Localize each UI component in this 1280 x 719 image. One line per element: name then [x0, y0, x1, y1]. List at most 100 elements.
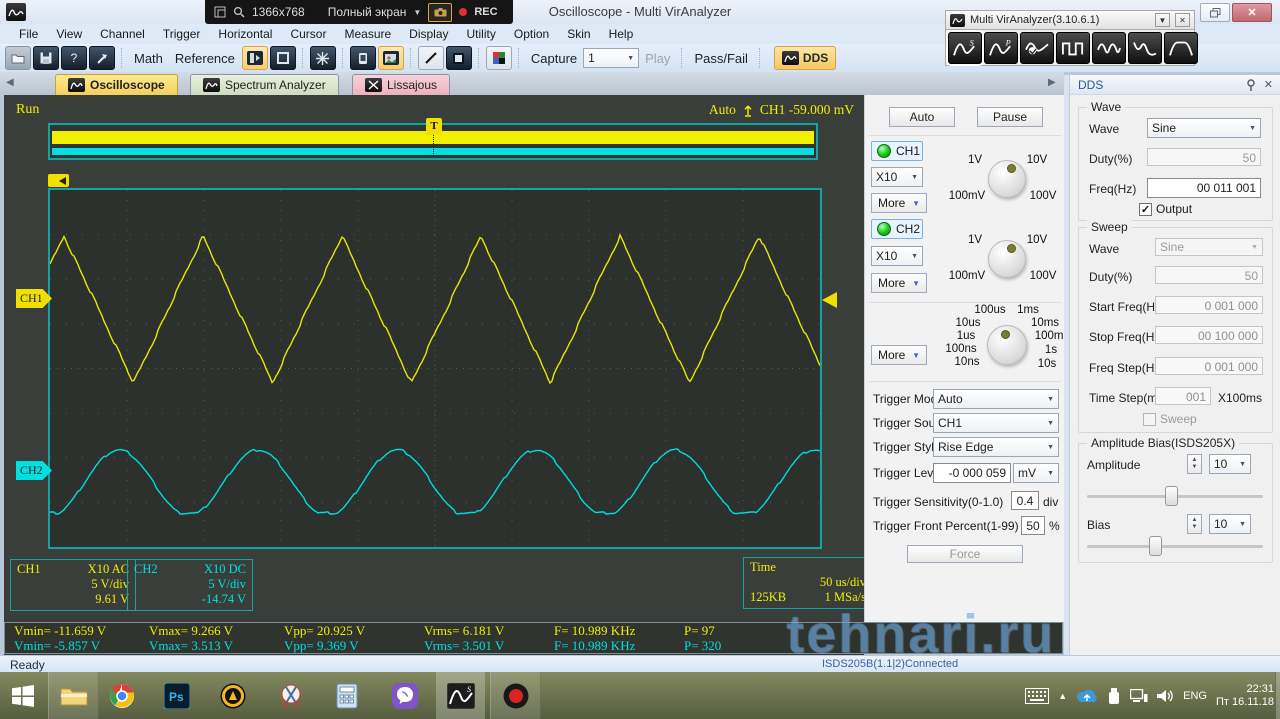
- tray-expand-icon[interactable]: ▲: [1058, 691, 1067, 701]
- pause-button[interactable]: Pause: [977, 107, 1043, 127]
- dds-panel-header[interactable]: DDS ✕: [1070, 75, 1280, 95]
- save-button[interactable]: [33, 46, 59, 70]
- trigger-level-unit-select[interactable]: mV ▼: [1013, 463, 1059, 483]
- dds-duty-input[interactable]: 50: [1147, 148, 1261, 166]
- touch-keyboard-icon[interactable]: [1025, 687, 1050, 704]
- tabs-scroll-right-icon[interactable]: ▶: [1048, 77, 1056, 88]
- pin-icon[interactable]: [1246, 79, 1256, 91]
- tabs-scroll-left-icon[interactable]: ◀: [6, 77, 14, 88]
- ch2-volts-knob[interactable]: [988, 240, 1026, 278]
- play-button[interactable]: Play: [639, 51, 676, 66]
- trigger-time-marker[interactable]: T: [426, 118, 442, 135]
- timebase-knob[interactable]: [987, 325, 1027, 365]
- sweep-stop-input[interactable]: 00 100 000: [1155, 326, 1263, 344]
- language-indicator[interactable]: ENG: [1183, 690, 1207, 702]
- menu-view[interactable]: View: [47, 27, 91, 41]
- restore-window-button[interactable]: [1200, 3, 1230, 22]
- dds-wave-select[interactable]: Sine ▼: [1147, 118, 1261, 138]
- menu-trigger[interactable]: Trigger: [154, 27, 210, 41]
- taskbar-clock[interactable]: 22:31 Пт 16.11.18: [1216, 683, 1274, 709]
- osd-dropdown-icon[interactable]: ▼: [413, 8, 421, 17]
- dds-close-icon[interactable]: ✕: [1264, 78, 1273, 91]
- taskbar-recorder-button[interactable]: [490, 672, 541, 719]
- menu-option[interactable]: Option: [505, 27, 558, 41]
- floating-toolbar-titlebar[interactable]: Multi VirAnalyzer(3.10.6.1) ▼ ✕: [945, 10, 1195, 30]
- taskbar-calculator-button[interactable]: [322, 672, 371, 719]
- menu-utility[interactable]: Utility: [458, 27, 505, 41]
- taskbar-snipping-button[interactable]: [266, 672, 315, 719]
- osd-mode[interactable]: Полный экран: [328, 5, 407, 19]
- shape-draw-button[interactable]: [445, 46, 472, 70]
- taskbar-photoshop-button[interactable]: Ps: [152, 672, 201, 719]
- tool-dual-pulse-button[interactable]: [1092, 31, 1126, 64]
- trigger-source-select[interactable]: CH1 ▼: [933, 413, 1059, 433]
- trigger-level-marker[interactable]: [822, 292, 837, 308]
- pass-fail-button[interactable]: Pass/Fail: [688, 51, 753, 66]
- full-view-button[interactable]: [269, 46, 296, 70]
- amplitude-select[interactable]: 10 ▼: [1209, 454, 1251, 474]
- close-toolbar-icon[interactable]: ✕: [1175, 13, 1190, 27]
- ch2-enable-button[interactable]: CH2: [871, 219, 923, 239]
- network-icon[interactable]: [1130, 688, 1148, 703]
- menu-channel[interactable]: Channel: [91, 27, 154, 41]
- sweep-step-input[interactable]: 0 001 000: [1155, 357, 1263, 375]
- capture-count-select[interactable]: 1 ▼: [583, 48, 640, 68]
- taskbar-viber-button[interactable]: [380, 672, 429, 719]
- taskbar-chrome-button[interactable]: [97, 672, 146, 719]
- volume-icon[interactable]: [1157, 689, 1174, 703]
- help-button[interactable]: ?: [61, 46, 87, 70]
- ch1-enable-button[interactable]: CH1: [871, 141, 923, 161]
- osd-resize-icon[interactable]: [214, 6, 226, 18]
- amplitude-slider[interactable]: [1087, 486, 1263, 506]
- ch2-more-button[interactable]: More ▼: [871, 273, 927, 293]
- tool-pan-wave-button[interactable]: [1020, 31, 1054, 64]
- math-button[interactable]: Math: [128, 51, 169, 66]
- start-button[interactable]: [0, 672, 46, 719]
- menu-skin[interactable]: Skin: [558, 27, 599, 41]
- screenshot-button[interactable]: [377, 46, 404, 70]
- tab-oscilloscope[interactable]: Oscilloscope: [55, 74, 178, 95]
- sweep-wave-select[interactable]: Sine ▼: [1155, 238, 1263, 256]
- horizontal-trigger-flag[interactable]: [48, 174, 69, 187]
- taskbar-explorer-button[interactable]: [48, 672, 99, 719]
- open-file-button[interactable]: [5, 46, 31, 70]
- onedrive-icon[interactable]: [1076, 689, 1098, 703]
- menu-measure[interactable]: Measure: [335, 27, 400, 41]
- trigger-front-input[interactable]: 50: [1021, 516, 1045, 535]
- usb-device-icon[interactable]: [1107, 687, 1121, 704]
- dds-freq-input[interactable]: 00 011 001: [1147, 178, 1261, 198]
- menu-help[interactable]: Help: [600, 27, 643, 41]
- ch1-attenuation-select[interactable]: X10 ▼: [871, 167, 923, 187]
- tool-logic-analyzer-button[interactable]: [1056, 31, 1090, 64]
- ch1-more-button[interactable]: More ▼: [871, 193, 927, 213]
- sweep-start-input[interactable]: 0 001 000: [1155, 296, 1263, 314]
- bias-spinner[interactable]: ▲ ▼: [1187, 514, 1202, 534]
- magnifier-icon[interactable]: [233, 6, 245, 18]
- waveform-grid[interactable]: [48, 188, 822, 549]
- taskbar-viranalyzer-button[interactable]: S: [436, 672, 485, 719]
- bias-slider[interactable]: [1087, 536, 1263, 556]
- amplitude-spinner[interactable]: ▲ ▼: [1187, 454, 1202, 474]
- tab-spectrum-analyzer[interactable]: Spectrum Analyzer: [190, 74, 339, 95]
- trigger-sensitivity-input[interactable]: 0.4: [1011, 491, 1039, 510]
- tool-filter-pulse-button[interactable]: [1164, 31, 1198, 64]
- ch1-position-marker[interactable]: CH1: [16, 289, 52, 308]
- auto-button[interactable]: Auto: [889, 107, 955, 127]
- sweep-enable-checkbox[interactable]: Sweep: [1143, 412, 1197, 426]
- tool-spectrum-button[interactable]: P: [984, 31, 1018, 64]
- menu-horizontal[interactable]: Horizontal: [209, 27, 281, 41]
- bias-select[interactable]: 10 ▼: [1209, 514, 1251, 534]
- trigger-level-input[interactable]: -0 000 059: [933, 463, 1011, 483]
- menu-file[interactable]: File: [10, 27, 47, 41]
- dds-panel-toggle-button[interactable]: DDS: [773, 46, 837, 70]
- sweep-duty-input[interactable]: 50: [1155, 266, 1263, 284]
- ch2-attenuation-select[interactable]: X10 ▼: [871, 246, 923, 266]
- tool-sweep-generator-button[interactable]: [1128, 31, 1162, 64]
- tool-oscilloscope-button[interactable]: S: [948, 31, 982, 64]
- menu-display[interactable]: Display: [400, 27, 457, 41]
- reference-button[interactable]: Reference: [169, 51, 241, 66]
- force-trigger-button[interactable]: Force: [907, 545, 1023, 563]
- show-desktop-button[interactable]: [1275, 672, 1280, 719]
- ch2-position-marker[interactable]: CH2: [16, 461, 52, 480]
- taskbar-aimp-button[interactable]: [208, 672, 257, 719]
